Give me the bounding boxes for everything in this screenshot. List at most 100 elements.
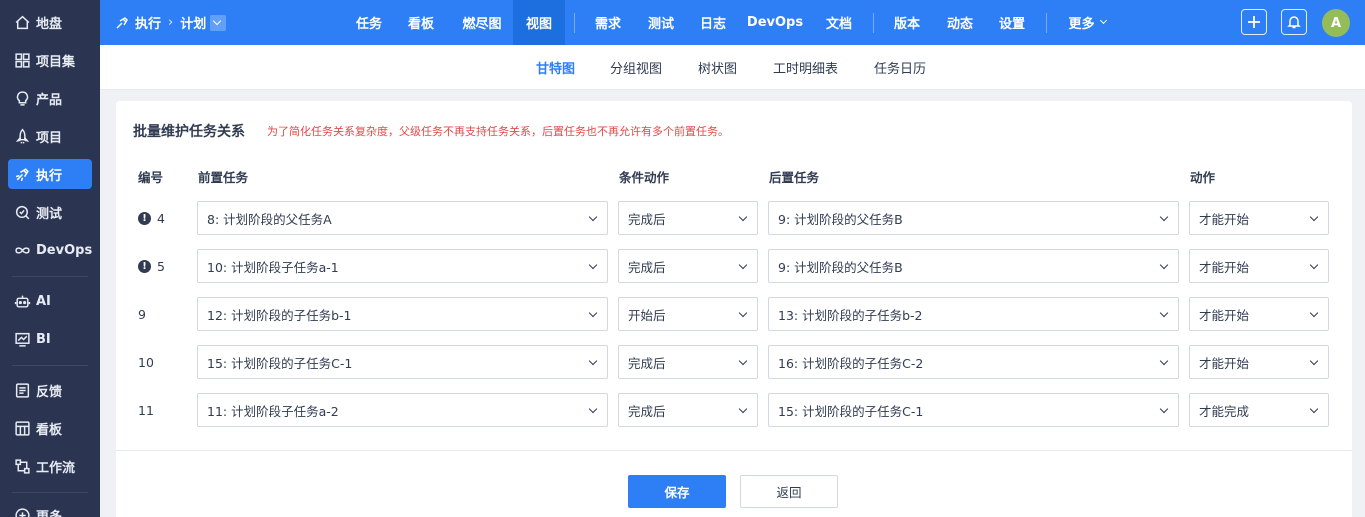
select-value: 10: 计划阶段子任务a-1 bbox=[207, 259, 339, 275]
sidebar-item-home[interactable]: 地盘 bbox=[8, 7, 92, 37]
infinity-icon bbox=[15, 246, 30, 254]
tab-gantt[interactable]: 甘特图 bbox=[536, 45, 575, 90]
nav-log[interactable]: 日志 bbox=[689, 0, 737, 45]
sidebar-item-label: DevOps bbox=[36, 242, 93, 258]
more-icon bbox=[15, 507, 30, 517]
pre-task-select[interactable]: 10: 计划阶段子任务a-1 bbox=[197, 249, 608, 283]
chevron-down-icon bbox=[1159, 404, 1169, 414]
nav-kanban[interactable]: 看板 bbox=[397, 0, 445, 45]
nav-settings[interactable]: 设置 bbox=[988, 0, 1036, 45]
tab-task-calendar[interactable]: 任务日历 bbox=[874, 45, 926, 90]
condition-select[interactable]: 开始后 bbox=[618, 297, 758, 331]
condition-select[interactable]: 完成后 bbox=[618, 393, 758, 427]
nav-test[interactable]: 测试 bbox=[637, 0, 685, 45]
select-value: 15: 计划阶段的子任务C-1 bbox=[207, 355, 353, 371]
condition-select[interactable]: 完成后 bbox=[618, 345, 758, 379]
nav-burndown[interactable]: 燃尽图 bbox=[452, 0, 512, 45]
row-id: 11 bbox=[138, 393, 154, 427]
chevron-down-icon bbox=[738, 260, 748, 270]
chevron-down-icon bbox=[588, 404, 598, 414]
tab-worklog-detail[interactable]: 工时明细表 bbox=[773, 45, 838, 90]
select-value: 开始后 bbox=[628, 307, 666, 323]
chevron-down-icon bbox=[1309, 356, 1319, 366]
select-value: 完成后 bbox=[628, 259, 666, 275]
column-header-id: 编号 bbox=[138, 170, 164, 185]
post-task-select[interactable]: 15: 计划阶段的子任务C-1 bbox=[768, 393, 1179, 427]
notification-button[interactable] bbox=[1281, 9, 1307, 35]
select-value: 完成后 bbox=[628, 355, 666, 371]
chevron-down-icon[interactable] bbox=[210, 14, 227, 31]
chevron-down-icon bbox=[1309, 260, 1319, 270]
row-id-value: 10 bbox=[138, 354, 154, 370]
select-value: 8: 计划阶段的父任务A bbox=[207, 211, 332, 227]
sidebar-item-label: 看板 bbox=[36, 422, 63, 438]
sidebar-item-kanban[interactable]: 看板 bbox=[8, 413, 92, 443]
avatar[interactable]: A bbox=[1322, 9, 1350, 37]
sidebar-item-more[interactable]: 更多 bbox=[8, 500, 92, 517]
nav-build[interactable]: 版本 bbox=[883, 0, 931, 45]
action-select[interactable]: 才能开始 bbox=[1189, 297, 1329, 331]
sidebar-item-label: 项目 bbox=[36, 130, 63, 146]
column-header-post-task: 后置任务 bbox=[769, 170, 820, 185]
breadcrumb-section[interactable]: 执行 bbox=[135, 13, 161, 32]
chart-icon bbox=[15, 332, 30, 347]
action-select[interactable]: 才能开始 bbox=[1189, 345, 1329, 379]
nav-dynamic[interactable]: 动态 bbox=[936, 0, 984, 45]
pre-task-select[interactable]: 8: 计划阶段的父任务A bbox=[197, 201, 608, 235]
workflow-icon bbox=[15, 458, 30, 474]
sub-navbar: 甘特图 分组视图 树状图 工时明细表 任务日历 bbox=[100, 45, 1365, 90]
sidebar-item-ai[interactable]: AI bbox=[8, 286, 92, 316]
relation-panel: 批量维护任务关系 为了简化任务关系复杂度，父级任务不再支持任务关系，后置任务也不… bbox=[116, 101, 1352, 517]
test-icon bbox=[15, 205, 30, 219]
sidebar-item-programs[interactable]: 项目集 bbox=[8, 45, 92, 75]
nav-view[interactable]: 视图 bbox=[513, 0, 565, 45]
back-button[interactable]: 返回 bbox=[740, 475, 838, 508]
pre-task-select[interactable]: 11: 计划阶段子任务a-2 bbox=[197, 393, 608, 427]
sidebar-item-label: 测试 bbox=[36, 206, 63, 222]
robot-icon bbox=[14, 295, 31, 308]
condition-select[interactable]: 完成后 bbox=[618, 249, 758, 283]
action-select[interactable]: 才能开始 bbox=[1189, 249, 1329, 283]
sidebar-item-test[interactable]: 测试 bbox=[8, 197, 92, 227]
sidebar-item-devops[interactable]: DevOps bbox=[8, 235, 92, 265]
action-select[interactable]: 才能开始 bbox=[1189, 201, 1329, 235]
select-value: 15: 计划阶段的子任务C-1 bbox=[778, 403, 924, 419]
sidebar-item-label: 反馈 bbox=[36, 384, 63, 400]
breadcrumb-page[interactable]: 计划 bbox=[180, 13, 206, 32]
nav-divider bbox=[873, 13, 874, 33]
nav-more[interactable]: 更多 bbox=[1058, 0, 1116, 45]
condition-select[interactable]: 完成后 bbox=[618, 201, 758, 235]
sidebar-item-label: 项目集 bbox=[36, 54, 76, 70]
pre-task-select[interactable]: 12: 计划阶段的子任务b-1 bbox=[197, 297, 608, 331]
nav-task[interactable]: 任务 bbox=[345, 0, 393, 45]
tab-tree[interactable]: 树状图 bbox=[698, 45, 737, 90]
save-button[interactable]: 保存 bbox=[628, 475, 726, 508]
feedback-icon bbox=[15, 382, 30, 398]
sidebar-item-label: AI bbox=[36, 293, 51, 309]
post-task-select[interactable]: 9: 计划阶段的父任务B bbox=[768, 249, 1179, 283]
sidebar-item-label: 执行 bbox=[36, 168, 63, 184]
sidebar-item-product[interactable]: 产品 bbox=[8, 83, 92, 113]
rocket-icon bbox=[15, 128, 30, 143]
nav-divider bbox=[574, 13, 575, 33]
nav-story[interactable]: 需求 bbox=[584, 0, 632, 45]
post-task-select[interactable]: 13: 计划阶段的子任务b-2 bbox=[768, 297, 1179, 331]
sidebar-item-project[interactable]: 项目 bbox=[8, 121, 92, 151]
pre-task-select[interactable]: 15: 计划阶段的子任务C-1 bbox=[197, 345, 608, 379]
nav-devops[interactable]: DevOps bbox=[742, 0, 808, 45]
post-task-select[interactable]: 16: 计划阶段的子任务C-2 bbox=[768, 345, 1179, 379]
select-value: 才能开始 bbox=[1199, 307, 1250, 323]
sidebar-item-bi[interactable]: BI bbox=[8, 324, 92, 354]
sidebar-item-workflow[interactable]: 工作流 bbox=[8, 451, 92, 481]
sidebar-item-execution[interactable]: 执行 bbox=[8, 159, 92, 189]
tab-group-view[interactable]: 分组视图 bbox=[610, 45, 662, 90]
nav-doc[interactable]: 文档 bbox=[815, 0, 863, 45]
sidebar-item-feedback[interactable]: 反馈 bbox=[8, 375, 92, 405]
sidebar-item-label: 更多 bbox=[36, 509, 63, 517]
post-task-select[interactable]: 9: 计划阶段的父任务B bbox=[768, 201, 1179, 235]
nav-more-label: 更多 bbox=[1068, 17, 1095, 32]
chevron-down-icon bbox=[1159, 308, 1169, 318]
action-select[interactable]: 才能完成 bbox=[1189, 393, 1329, 427]
select-value: 才能开始 bbox=[1199, 355, 1250, 371]
create-button[interactable] bbox=[1241, 9, 1267, 35]
